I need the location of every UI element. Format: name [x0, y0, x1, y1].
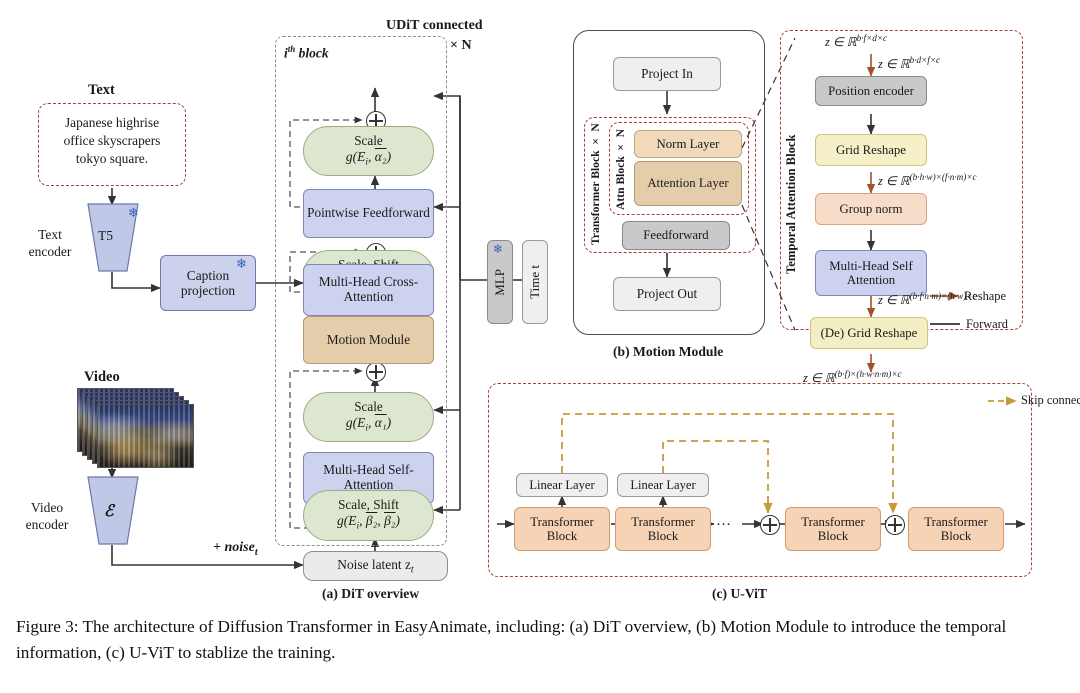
temporal-self-attention-label: Multi-Head Self Attention: [829, 258, 913, 287]
subcaption-a: (a) DiT overview: [322, 586, 420, 601]
transformer-block-n-label: Transformer Block × N: [589, 123, 602, 245]
cross-attention-label: Multi-Head Cross-Attention: [318, 274, 419, 304]
skip-connection-legend-label: Skip connection: [1021, 393, 1080, 407]
temporal-self-attention-box: Multi-Head Self Attention: [815, 250, 927, 296]
scale-alpha1-box: Scale g(Ei, α₁): [303, 392, 434, 442]
scale-shift-lower-formula: g(Ei, β₂, β₂): [337, 513, 400, 532]
caption-projection-label: Caption projection: [180, 268, 236, 298]
project-out-box: Project Out: [613, 277, 721, 311]
attention-layer-box: Attention Layer: [634, 161, 742, 206]
uvit-add-1: [760, 515, 780, 535]
uvit-add-2: [885, 515, 905, 535]
pointwise-feedforward-label: Pointwise Feedforward: [307, 205, 430, 221]
uvit-transformer-block-1-label: Transformer Block: [530, 514, 594, 543]
uvit-transformer-block-2: Transformer Block: [615, 507, 711, 551]
scale-alpha2-title: Scale: [354, 132, 383, 148]
uvit-ellipsis: …: [716, 513, 732, 529]
uvit-transformer-block-3-label: Transformer Block: [801, 514, 865, 543]
linear-layer-1-label: Linear Layer: [529, 477, 595, 492]
self-attention-label: Multi-Head Self-Attention: [323, 462, 414, 492]
feedforward-label: Feedforward: [643, 228, 709, 243]
text-encoder-label: Text encoder: [28, 227, 72, 259]
position-encoder-box: Position encoder: [815, 76, 927, 106]
motion-module-label: Motion Module: [326, 331, 411, 347]
uvit-transformer-block-1: Transformer Block: [514, 507, 610, 551]
scale-alpha1-title: Scale: [354, 398, 383, 414]
subcaption-b: (b) Motion Module: [613, 344, 724, 359]
video-header: Video: [84, 369, 120, 385]
norm-layer-box: Norm Layer: [634, 130, 742, 158]
project-in-label: Project In: [641, 65, 693, 81]
shape-top1: z ∈ ℝb·f×d×c: [825, 33, 888, 50]
legend-forward-label: Forward: [966, 317, 1008, 331]
grid-reshape-label: Grid Reshape: [835, 142, 906, 157]
uvit-transformer-block-4: Transformer Block: [908, 507, 1004, 551]
time-t-label: Time t: [526, 265, 542, 299]
snowflake-icon-t5: ❄: [128, 206, 139, 221]
t5-label: T5: [98, 228, 113, 243]
grid-reshape-box: Grid Reshape: [815, 134, 927, 166]
residual-add-low: [366, 362, 386, 382]
noise-label: + noiset: [213, 540, 258, 558]
project-in-box: Project In: [613, 57, 721, 91]
scale-alpha2-formula: g(Ei, α₂): [345, 148, 392, 168]
attn-block-n-label: Attn Block × N: [614, 129, 627, 210]
mlp-label: MLP: [491, 268, 507, 296]
subcaption-c: (c) U-ViT: [712, 586, 767, 601]
project-out-label: Project Out: [636, 285, 698, 301]
time-t-box: Time t: [522, 240, 548, 324]
feedforward-box: Feedforward: [622, 221, 730, 250]
noise-latent-label: Noise latent zt: [337, 556, 414, 576]
text-header: Text: [88, 82, 115, 98]
shape-low: z ∈ ℝ(b·f·n·m)×(h·w)×c: [878, 291, 977, 308]
group-norm-box: Group norm: [815, 193, 927, 225]
text-prompt: Japanese highrise office skyscrapers tok…: [63, 115, 161, 167]
norm-layer-label: Norm Layer: [656, 136, 720, 151]
snowflake-icon-mlp: ❄: [493, 242, 504, 256]
motion-module-box[interactable]: Motion Module: [303, 316, 434, 364]
attention-layer-label: Attention Layer: [647, 176, 729, 191]
temporal-attention-block-label: Temporal Attention Block: [784, 134, 798, 274]
de-grid-reshape-label: (De) Grid Reshape: [820, 325, 918, 340]
scale-alpha2-box: Scale g(Ei, α₂): [303, 126, 434, 176]
de-grid-reshape-box: (De) Grid Reshape: [810, 317, 928, 349]
video-encoder-symbol: ℰ: [104, 503, 114, 520]
scale-shift-lower-title: Scale, Shift: [338, 497, 399, 513]
linear-layer-2-label: Linear Layer: [630, 477, 696, 492]
uvit-transformer-block-4-label: Transformer Block: [924, 514, 988, 543]
times-n-label: × N: [450, 38, 472, 53]
figure-3-architecture: Text Japanese highrise office skyscraper…: [0, 0, 1080, 693]
text-prompt-box: Japanese highrise office skyscrapers tok…: [38, 103, 186, 186]
shape-mid: z ∈ ℝ(b·h·w)×(f·n·m)×c: [878, 172, 977, 189]
video-encoder-label: Video encoder: [25, 500, 69, 532]
ith-block-label: ith block: [284, 44, 329, 61]
cross-attention-box: Multi-Head Cross-Attention: [303, 264, 434, 316]
position-encoder-label: Position encoder: [828, 83, 914, 98]
snowflake-icon-caption-projection: ❄: [236, 257, 247, 272]
scale-shift-lower-box: Scale, Shift g(Ei, β₂, β₂): [303, 490, 434, 541]
legend-reshape-label: Reshape: [964, 289, 1006, 303]
linear-layer-2-box: Linear Layer: [617, 473, 709, 497]
linear-layer-1-box: Linear Layer: [516, 473, 608, 497]
udit-connected-label: UDiT connected: [386, 18, 483, 33]
figure-caption: Figure 3: The architecture of Diffusion …: [16, 617, 1007, 662]
group-norm-label: Group norm: [839, 201, 903, 216]
uvit-transformer-block-2-label: Transformer Block: [631, 514, 695, 543]
scale-alpha1-formula: g(Ei, α₁): [345, 414, 392, 434]
pointwise-feedforward-box: Pointwise Feedforward: [303, 189, 434, 238]
noise-latent-box: Noise latent zt: [303, 551, 448, 581]
uvit-transformer-block-3: Transformer Block: [785, 507, 881, 551]
shape-top2: z ∈ ℝb·d×f×c: [878, 55, 941, 72]
